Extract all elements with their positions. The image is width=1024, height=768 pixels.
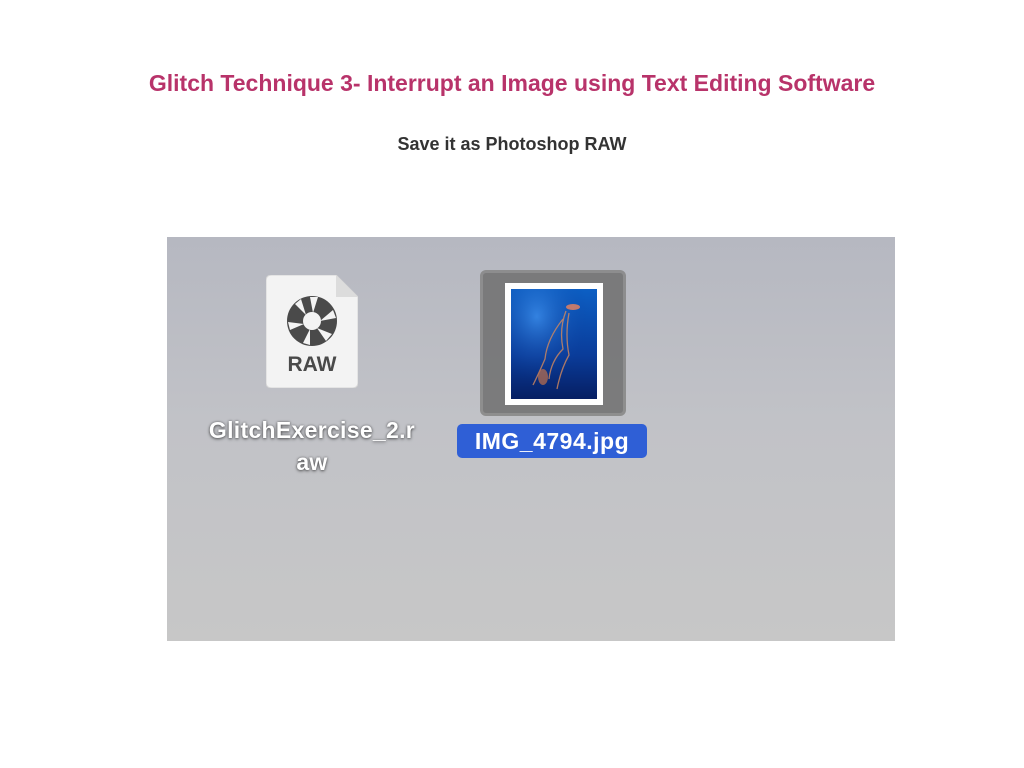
jpg-file-name[interactable]: IMG_4794.jpg bbox=[457, 424, 647, 458]
jpg-file-icon-selected[interactable] bbox=[480, 270, 626, 416]
raw-file-name-line1: GlitchExercise_2.r bbox=[208, 417, 416, 443]
aperture-icon bbox=[287, 296, 337, 346]
jellyfish-photo-icon bbox=[511, 289, 597, 399]
svg-text:RAW: RAW bbox=[288, 353, 337, 376]
desktop-screenshot: RAW GlitchExercise_2.r aw IMG_4794.jpg bbox=[167, 237, 895, 641]
raw-file-name[interactable]: GlitchExercise_2.r aw bbox=[187, 414, 437, 478]
slide-subtitle: Save it as Photoshop RAW bbox=[397, 134, 627, 154]
jpg-thumbnail bbox=[505, 283, 603, 405]
slide: Glitch Technique 3- Interrupt an Image u… bbox=[0, 0, 1024, 768]
raw-file-icon[interactable]: RAW bbox=[266, 275, 358, 388]
slide-title: Glitch Technique 3- Interrupt an Image u… bbox=[148, 70, 876, 96]
raw-file-name-line2: aw bbox=[296, 449, 328, 475]
